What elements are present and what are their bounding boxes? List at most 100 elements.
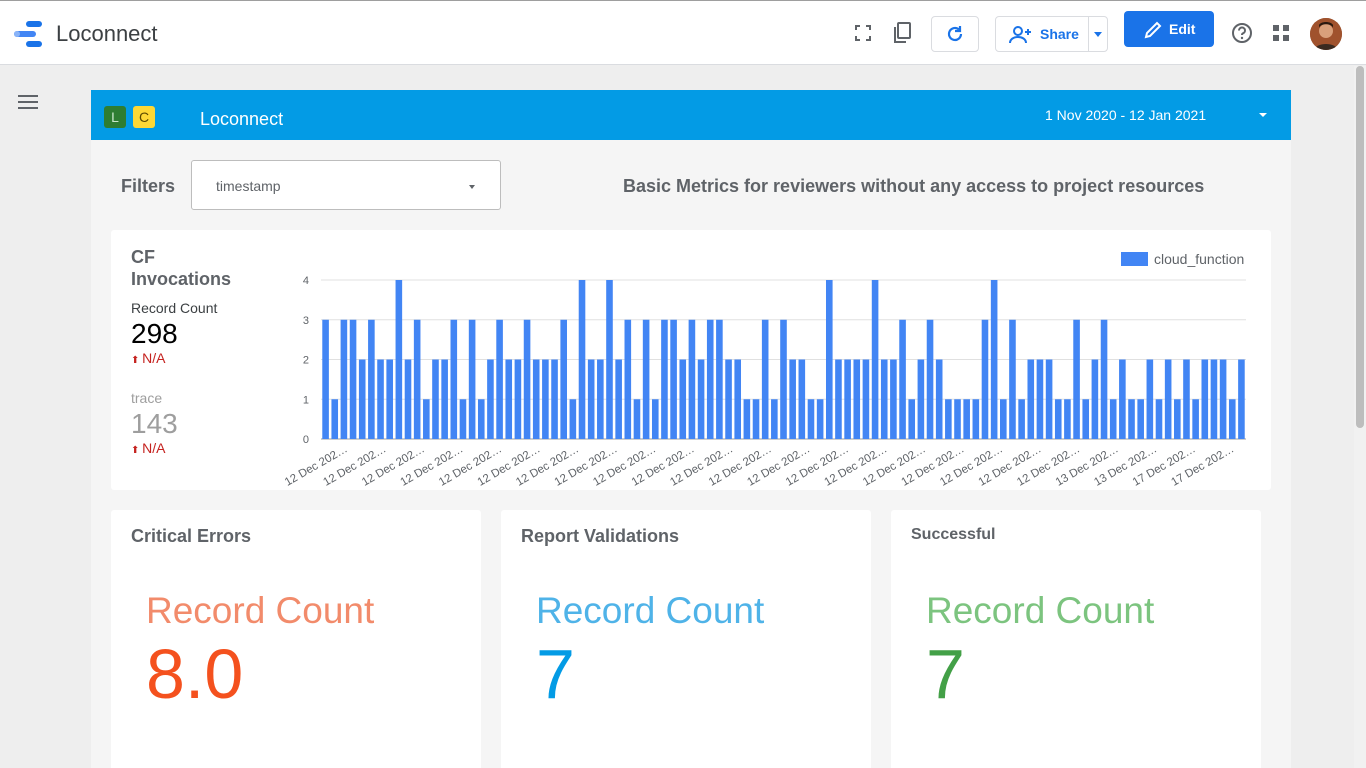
bar <box>816 399 824 439</box>
bar <box>368 319 375 439</box>
bar <box>423 399 430 439</box>
legend-label: cloud_function <box>1154 251 1244 267</box>
bar <box>477 399 485 439</box>
bar <box>1045 359 1053 439</box>
bar <box>322 319 329 439</box>
bar <box>670 319 677 439</box>
apps-grid-icon[interactable] <box>1269 21 1293 45</box>
bar <box>377 359 384 439</box>
bar <box>1054 399 1062 439</box>
bar <box>551 359 558 439</box>
bar <box>880 359 888 439</box>
bar <box>780 319 787 439</box>
bar <box>413 319 421 439</box>
bar <box>716 319 723 439</box>
logo-badge-l: L <box>104 106 126 128</box>
bar <box>1119 359 1126 439</box>
bar <box>532 359 540 439</box>
bar <box>935 359 943 439</box>
bar <box>807 399 815 439</box>
bar <box>542 359 549 439</box>
share-button[interactable]: Share <box>995 16 1108 52</box>
bar <box>404 359 412 439</box>
bar <box>789 359 796 439</box>
share-divider <box>1088 17 1089 51</box>
bar <box>578 280 586 439</box>
bar <box>844 359 851 439</box>
y-tick-label: 1 <box>303 394 309 406</box>
bar <box>908 399 916 439</box>
metric-title: Report Validations <box>521 526 680 546</box>
report-title: Loconnect <box>200 109 284 129</box>
bar <box>1036 359 1044 439</box>
fullscreen-icon[interactable] <box>851 21 875 45</box>
bar <box>1219 359 1227 439</box>
date-range-chevron-icon[interactable] <box>1259 113 1267 117</box>
bar <box>587 359 595 439</box>
date-range-control[interactable]: 1 Nov 2020 - 12 Jan 2021 <box>1045 107 1206 123</box>
bar <box>1128 399 1135 439</box>
bar <box>1155 399 1163 439</box>
bar <box>642 319 650 439</box>
y-tick-label: 2 <box>303 355 309 367</box>
bar <box>679 359 687 439</box>
hamburger-menu-icon[interactable] <box>18 94 38 110</box>
report-canvas: L C Loconnect 1 Nov 2020 - 12 Jan 2021 F… <box>91 90 1291 768</box>
bar <box>505 359 513 439</box>
successful-card: Successful Record Count 7 <box>891 510 1261 768</box>
bar <box>752 399 760 439</box>
report-subtitle: Basic Metrics for reviewers without any … <box>623 176 1205 196</box>
bar <box>917 359 925 439</box>
bar <box>441 359 448 439</box>
bar <box>450 319 458 439</box>
add-person-icon <box>1009 26 1031 44</box>
bar <box>835 359 842 439</box>
bar <box>1174 399 1181 439</box>
user-avatar[interactable] <box>1310 18 1342 50</box>
bar <box>661 319 668 439</box>
y-tick-label: 3 <box>303 315 309 327</box>
scrollbar-thumb[interactable] <box>1356 66 1364 428</box>
bar <box>395 280 403 439</box>
page-scrollbar[interactable] <box>1354 66 1366 768</box>
bar <box>1100 319 1108 439</box>
logo-badge-c: C <box>133 106 155 128</box>
timestamp-filter-dropdown[interactable]: timestamp <box>191 160 501 210</box>
bar <box>890 359 897 439</box>
bar <box>1137 399 1144 439</box>
bar <box>761 319 769 439</box>
bar <box>633 399 641 439</box>
share-button-label: Share <box>1040 26 1079 42</box>
bar <box>624 319 632 439</box>
app-title: Loconnect <box>56 21 158 46</box>
bar <box>981 319 989 439</box>
metric-value: 7 <box>926 635 965 713</box>
edit-button[interactable]: Edit <box>1124 11 1214 47</box>
share-dropdown-chevron-icon[interactable] <box>1094 32 1102 37</box>
bar <box>1009 319 1016 439</box>
data-studio-logo-icon <box>14 21 42 47</box>
report-validations-card: Report Validations Record Count 7 <box>501 510 871 768</box>
copy-report-icon[interactable] <box>890 21 914 45</box>
refresh-button[interactable] <box>931 16 979 52</box>
bar <box>1018 399 1025 439</box>
bar <box>743 399 751 439</box>
bar <box>459 399 467 439</box>
legend-swatch <box>1121 252 1148 266</box>
bar <box>349 319 357 439</box>
bar <box>853 359 861 439</box>
bar <box>1192 399 1199 439</box>
bar <box>514 359 522 439</box>
pencil-icon <box>1144 21 1162 39</box>
help-icon[interactable] <box>1230 21 1254 45</box>
bar <box>331 399 339 439</box>
y-tick-label: 0 <box>303 434 309 446</box>
cf-invocations-bar-chart: 0123412 Dec 202…12 Dec 202…12 Dec 202…12… <box>283 251 1246 489</box>
bar <box>697 359 705 439</box>
report-header: L C Loconnect 1 Nov 2020 - 12 Jan 2021 <box>91 90 1291 140</box>
metric-label: Record Count <box>536 590 765 631</box>
metric-label: Record Count <box>926 590 1155 631</box>
bar <box>990 280 998 439</box>
bar <box>386 359 393 439</box>
bar <box>1109 399 1117 439</box>
